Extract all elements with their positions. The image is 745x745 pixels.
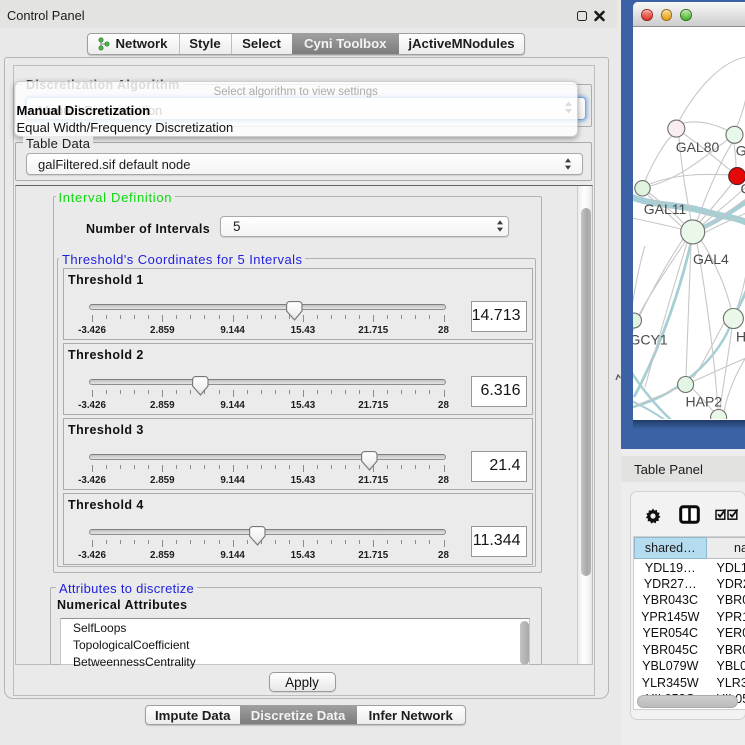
svg-text:GAL: GAL — [735, 143, 745, 159]
svg-text:GAL11: GAL11 — [643, 201, 686, 217]
svg-text:GAL80: GAL80 — [675, 139, 719, 155]
svg-text:GCY1: GCY1 — [633, 332, 668, 348]
svg-text:GAL4: GAL4 — [693, 251, 729, 267]
svg-text:CY: CY — [740, 181, 745, 197]
svg-text:HA: HA — [736, 329, 745, 345]
svg-text:HAP2: HAP2 — [685, 394, 722, 410]
